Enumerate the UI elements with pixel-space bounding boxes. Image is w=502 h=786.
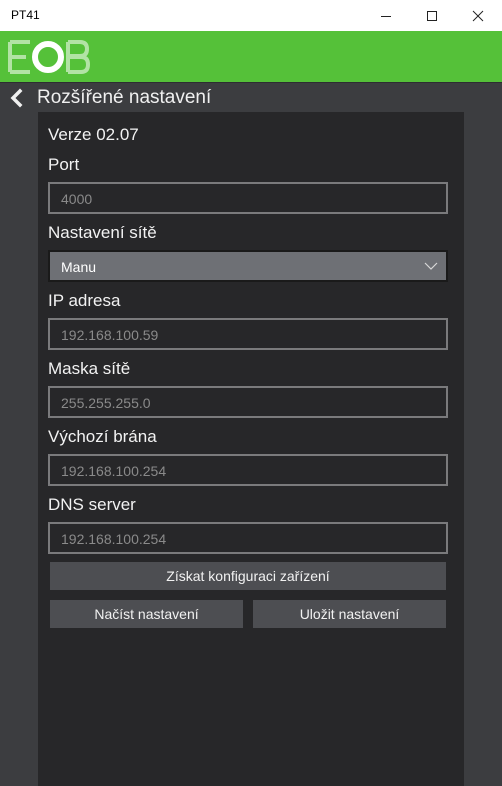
gateway-input[interactable]: 192.168.100.254: [48, 454, 448, 486]
port-value: 4000: [61, 191, 93, 207]
ip-label: IP adresa: [48, 291, 121, 310]
version-value: 02.07: [96, 125, 139, 144]
maximize-icon: [427, 10, 437, 21]
right-side-panel: [464, 112, 502, 786]
close-button[interactable]: [455, 0, 501, 31]
dns-value: 192.168.100.254: [61, 531, 167, 547]
dns-input[interactable]: 192.168.100.254: [48, 522, 448, 554]
load-settings-button[interactable]: Načíst nastavení: [50, 600, 243, 628]
chevron-down-icon: [424, 262, 438, 270]
eob-logo-icon: [8, 40, 90, 74]
close-icon: [472, 10, 484, 21]
gateway-label: Výchozí brána: [48, 427, 157, 446]
window-titlebar[interactable]: PT41: [0, 0, 502, 31]
gateway-value: 192.168.100.254: [61, 463, 167, 479]
page-header: Rozšířené nastavení: [0, 82, 502, 112]
ip-value: 192.168.100.59: [61, 327, 159, 343]
mask-input[interactable]: 255.255.255.0: [48, 386, 448, 418]
network-mode-label: Nastavení sítě: [48, 223, 157, 242]
settings-form: Verze 02.07 Port 4000 Nastavení sítě Man…: [38, 112, 464, 786]
back-chevron-icon[interactable]: [6, 88, 26, 108]
network-mode-select[interactable]: Manu: [48, 250, 448, 282]
ip-input[interactable]: 192.168.100.59: [48, 318, 448, 350]
mask-value: 255.255.255.0: [61, 395, 151, 411]
minimize-button[interactable]: [363, 0, 409, 31]
brand-bar: [0, 31, 502, 82]
window-title: PT41: [11, 8, 40, 22]
page-title: Rozšířené nastavení: [37, 87, 212, 108]
dns-label: DNS server: [48, 495, 136, 514]
network-mode-value: Manu: [61, 259, 97, 275]
maximize-button[interactable]: [409, 0, 455, 31]
minimize-icon: [381, 15, 391, 17]
port-label: Port: [48, 155, 80, 174]
left-side-panel: [0, 112, 38, 786]
get-config-button[interactable]: Získat konfiguraci zařízení: [50, 562, 446, 590]
mask-label: Maska sítě: [48, 359, 131, 378]
save-settings-button[interactable]: Uložit nastavení: [253, 600, 446, 628]
port-input[interactable]: 4000: [48, 182, 448, 214]
version-label: Verze 02.07: [48, 125, 139, 144]
